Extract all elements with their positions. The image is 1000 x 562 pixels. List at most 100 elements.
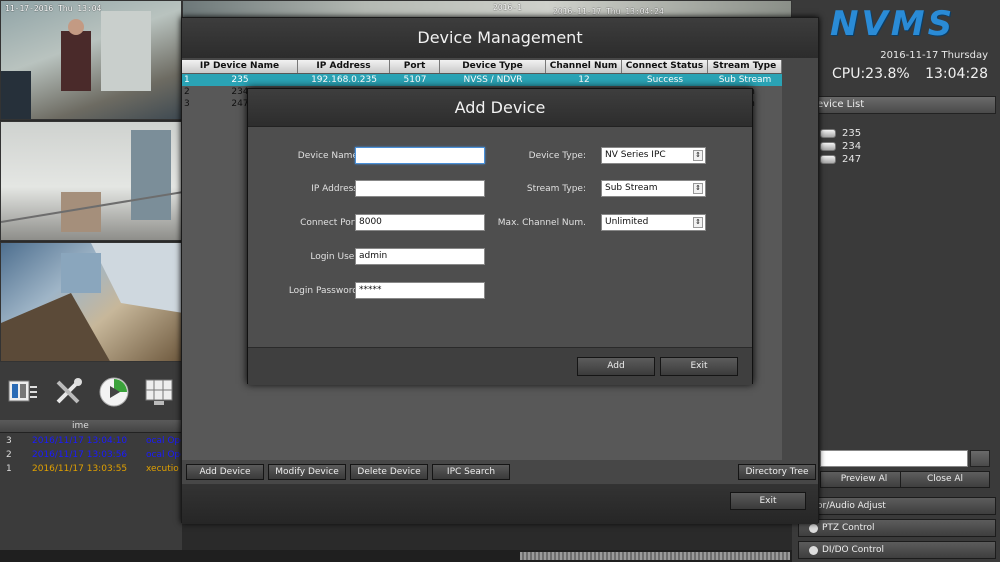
tree-device-label: 247 [842, 154, 862, 165]
ipc-search-button[interactable]: IPC Search [432, 464, 510, 480]
dvr-device-icon [820, 155, 836, 164]
tree-device-label: 234 [842, 141, 862, 152]
device-manager-icon[interactable] [6, 375, 40, 409]
camera-scene [1, 243, 181, 361]
login-password-input[interactable]: ***** [355, 282, 485, 299]
dvr-device-icon [820, 142, 836, 151]
ptz-icon [809, 523, 818, 533]
chevron-updown-icon: ⇕ [693, 217, 703, 228]
device-name-label: Device Name [297, 151, 358, 161]
col-connect-status[interactable]: Connect Status [622, 60, 708, 73]
chevron-updown-icon: ⇕ [693, 183, 703, 194]
log-row[interactable]: 3 2016/11/17 13:04:10 ocal Ope [0, 435, 182, 449]
dm-exit-button[interactable]: Exit [730, 492, 806, 510]
playback-icon[interactable] [97, 375, 131, 409]
color-audio-label: olor/Audio Adjust [809, 501, 886, 511]
chevron-updown-icon: ⇕ [693, 150, 703, 161]
dido-control-section[interactable]: DI/DO Control [798, 541, 996, 559]
tree-device-234[interactable]: 234 [820, 141, 861, 152]
col-ip-address[interactable]: IP Address [298, 60, 390, 73]
device-type-label: Device Type: [528, 151, 586, 161]
col-stream-type[interactable]: Stream Type [708, 60, 782, 73]
max-channel-label: Max. Channel Num. [497, 218, 586, 228]
cpu-usage: CPU:23.8% [832, 66, 910, 82]
horizontal-scrollbar[interactable] [0, 550, 792, 562]
device-management-footer: Exit [182, 484, 818, 524]
preview-all-button[interactable]: Preview Al [820, 471, 908, 488]
log-row-num: 1 [6, 464, 12, 474]
device-search-input[interactable] [820, 450, 968, 467]
dido-label: DI/DO Control [822, 545, 885, 555]
date-display: 2016-11-17 Thursday [880, 50, 988, 61]
ip-address-input[interactable] [355, 180, 485, 197]
feed-osd-text: 2016-1 [493, 3, 522, 12]
device-cell-port: 5107 [403, 75, 427, 85]
add-device-dialog: Add Device Device Name IP Address Connec… [247, 88, 753, 385]
toolbar [0, 372, 182, 412]
tree-device-235[interactable]: 235 [820, 128, 861, 139]
add-device-title: Add Device [248, 89, 752, 127]
right-panel: NVMS 2016-11-17 Thursday CPU:23.8% 13:04… [792, 0, 1000, 562]
add-device-button[interactable]: Add Device [186, 464, 264, 480]
device-cell-channels: 12 [578, 75, 590, 85]
device-search-button[interactable] [970, 450, 990, 467]
log-row-num: 2 [6, 450, 12, 460]
nvms-logo: NVMS [830, 4, 956, 44]
col-device-type[interactable]: Device Type [440, 60, 546, 73]
device-name-input[interactable] [355, 147, 485, 164]
camera-feed-2[interactable]: 2016-11-17 [0, 121, 182, 241]
connect-port-label: Connect Port [300, 218, 358, 228]
max-channel-value: Unlimited [605, 217, 649, 227]
tree-device-label: 235 [842, 128, 862, 139]
color-audio-adjust-section[interactable]: olor/Audio Adjust [798, 497, 996, 515]
log-row-time: 2016/11/17 13:03:55 [32, 464, 128, 474]
modify-device-button[interactable]: Modify Device [268, 464, 346, 480]
tree-device-247[interactable]: 247 [820, 154, 861, 165]
connect-port-input[interactable]: 8000 [355, 214, 485, 231]
ptz-label: PTZ Control [822, 523, 875, 533]
login-password-label: Login Password [288, 286, 358, 296]
nvms-screen: 11-17-2016 Thu 13:04 2016-11-17 2016-1 2… [0, 0, 1000, 562]
log-row[interactable]: 1 2016/11/17 13:03:55 xecutio [0, 463, 182, 477]
delete-device-button[interactable]: Delete Device [350, 464, 428, 480]
stream-type-select[interactable]: Sub Stream ⇕ [601, 180, 706, 197]
device-cell-status: Success [646, 75, 684, 85]
login-user-input[interactable]: admin [355, 248, 485, 265]
add-device-footer: Add Exit [248, 347, 752, 385]
device-type-select[interactable]: NV Series IPC ⇕ [601, 147, 706, 164]
scrollbar-thumb[interactable] [520, 552, 790, 560]
log-table-header: ime [0, 420, 182, 433]
col-channel-num[interactable]: Channel Num [546, 60, 622, 73]
add-button[interactable]: Add [577, 357, 655, 376]
ip-address-label: IP Address [311, 184, 358, 194]
close-all-button[interactable]: Close Al [900, 471, 990, 488]
device-type-value: NV Series IPC [605, 150, 666, 160]
camera-feed-1[interactable]: 11-17-2016 Thu 13:04 [0, 0, 182, 120]
stream-type-label: Stream Type: [526, 184, 586, 194]
grid-layout-icon[interactable] [142, 375, 176, 409]
stream-type-value: Sub Stream [605, 183, 658, 193]
dvr-device-icon [820, 129, 836, 138]
clock-display: 13:04:28 [925, 66, 988, 82]
tools-icon[interactable] [51, 375, 85, 409]
log-row-msg: xecutio [146, 464, 179, 474]
device-cell-type: NVSS / NDVR [463, 75, 523, 85]
directory-tree-button[interactable]: Directory Tree [738, 464, 816, 480]
device-list-header[interactable]: evice List [798, 96, 996, 114]
log-row[interactable]: 2 2016/11/17 13:03:56 ocal Ope [0, 449, 182, 463]
ptz-control-section[interactable]: PTZ Control [798, 519, 996, 537]
left-tool-panel: ime 3 2016/11/17 13:04:10 ocal Ope 2 2016/11… [0, 362, 182, 562]
log-row-time: 2016/11/17 13:03:56 [32, 450, 128, 460]
exit-button[interactable]: Exit [660, 357, 738, 376]
col-port[interactable]: Port [390, 60, 440, 73]
device-cell-ip: 192.168.0.235 [311, 75, 377, 85]
feed-osd-text: 2016-11-17 Thu 13:04:24 [553, 7, 664, 16]
camera-scene [1, 11, 151, 119]
login-user-label: Login User [310, 252, 358, 262]
log-row-num: 3 [6, 436, 12, 446]
max-channel-select[interactable]: Unlimited ⇕ [601, 214, 706, 231]
camera-feed-3[interactable] [0, 242, 182, 362]
camera-scene [1, 130, 181, 232]
device-row[interactable]: 1 235 192.168.0.235 5107 NVSS / NDVR 12 Succes… [182, 74, 782, 86]
col-ip-device-name[interactable]: IP Device Name [182, 60, 298, 73]
